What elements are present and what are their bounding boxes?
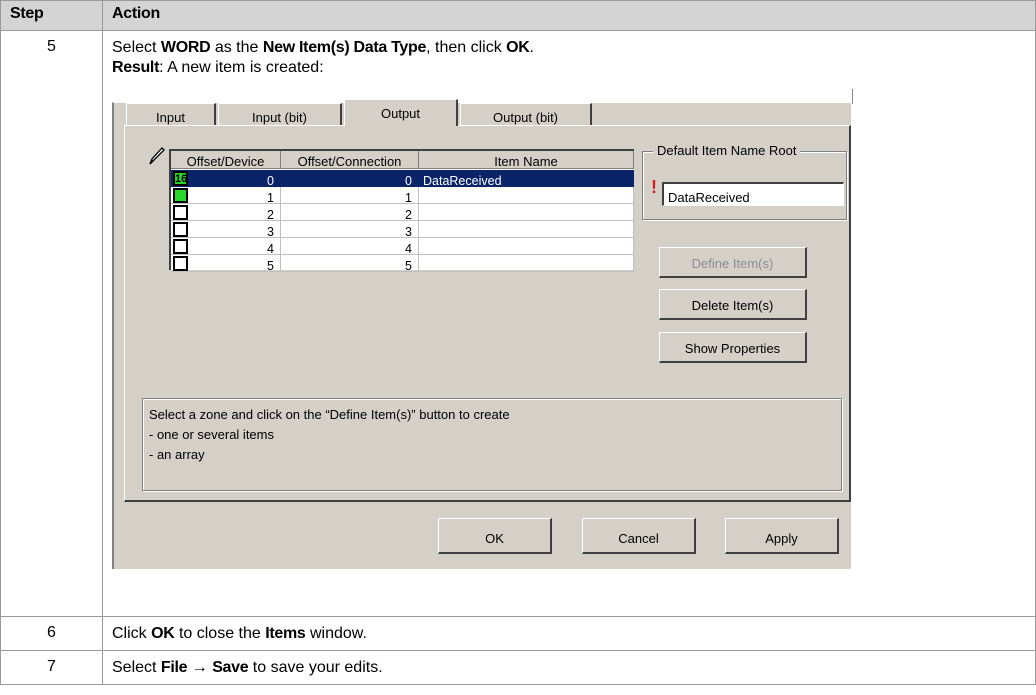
offset-device-cell[interactable]: 5 — [171, 255, 281, 273]
dialog-panel: Input Input (bit) Output Output (bit) Of… — [112, 99, 851, 569]
instruction-text: Select — [112, 659, 161, 676]
item-name-root-input[interactable]: DataReceived — [662, 182, 844, 206]
offset-connection-cell[interactable]: 4 — [281, 238, 419, 256]
instruction-line: Select WORD as the New Item(s) Data Type… — [112, 38, 1026, 58]
tab-content: Offset/Device Offset/Connection Item Nam… — [124, 125, 851, 502]
bold-term: File — [160, 659, 188, 676]
tab-input-bit[interactable]: Input (bit) — [218, 103, 342, 127]
tab-output-bit[interactable]: Output (bit) — [460, 103, 592, 127]
offset-device-value: 5 — [267, 259, 274, 273]
instruction-text: Select — [112, 39, 161, 56]
action-cell: Select File → Save to save your edits. — [102, 650, 1036, 685]
bold-term: Result — [112, 59, 160, 76]
offset-device-cell[interactable]: 16 0 — [171, 170, 281, 188]
offset-device-value: 0 — [267, 174, 274, 188]
help-line: Select a zone and click on the “Define I… — [149, 407, 510, 422]
item-defined-marker — [173, 188, 188, 203]
offset-device-value: 3 — [267, 225, 274, 239]
offset-connection-cell[interactable]: 1 — [281, 187, 419, 205]
item-defined-marker: 16 — [173, 171, 188, 186]
bold-term: Items — [265, 625, 306, 642]
offset-device-cell[interactable]: 1 — [171, 187, 281, 205]
offset-device-cell[interactable]: 4 — [171, 238, 281, 256]
help-line: - one or several items — [149, 427, 274, 442]
instruction-text: as the — [210, 39, 263, 56]
bold-term: WORD — [160, 39, 211, 56]
table-row[interactable]: 16 0 0 DataReceived — [171, 170, 634, 188]
item-name-cell[interactable] — [419, 255, 634, 272]
item-name-cell[interactable] — [419, 238, 634, 255]
offset-connection-cell[interactable]: 3 — [281, 221, 419, 239]
step-column-header: Step — [0, 0, 103, 31]
offset-device-value: 4 — [267, 242, 274, 256]
table-row[interactable]: 22 — [171, 204, 634, 222]
items-grid[interactable]: Offset/Device Offset/Connection Item Nam… — [169, 149, 634, 273]
offset-connection-cell[interactable]: 5 — [281, 255, 419, 273]
bold-term: OK — [506, 39, 530, 56]
item-name-cell[interactable] — [419, 187, 634, 204]
item-empty-marker — [173, 256, 188, 271]
warning-exclamation-icon: ! — [651, 177, 657, 197]
instruction-text: to close the — [174, 625, 266, 642]
offset-device-cell[interactable]: 3 — [171, 221, 281, 239]
action-cell: Select WORD as the New Item(s) Data Type… — [102, 30, 1036, 617]
table-header-row: Step Action — [0, 0, 1036, 31]
default-item-name-root-group: Default Item Name Root ! DataReceived — [642, 141, 847, 220]
offset-connection-cell[interactable]: 2 — [281, 204, 419, 222]
bold-term: New Item(s) Data Type — [262, 39, 427, 56]
offset-connection-cell[interactable]: 0 — [281, 170, 419, 188]
table-row[interactable]: 11 — [171, 187, 634, 205]
bold-term: Save — [212, 659, 249, 676]
group-title: Default Item Name Root — [653, 141, 801, 161]
item-empty-marker — [173, 239, 188, 254]
window-edge — [852, 89, 853, 104]
table-row-step-7: 7 Select File → Save to save your edits. — [0, 650, 1036, 685]
table-row[interactable]: 44 — [171, 238, 634, 256]
tab-output[interactable]: Output — [344, 99, 458, 126]
column-header-offset-device[interactable]: Offset/Device — [171, 151, 281, 169]
column-header-item-name[interactable]: Item Name — [419, 151, 634, 169]
instruction-text: , then click — [426, 39, 507, 56]
item-empty-marker — [173, 222, 188, 237]
word-size-badge: 16 — [175, 173, 188, 185]
help-text-box: Select a zone and click on the “Define I… — [142, 398, 842, 491]
items-dialog-screenshot: Input Input (bit) Output Output (bit) Of… — [112, 89, 853, 569]
bold-term: OK — [151, 625, 175, 642]
instruction-text: . — [529, 39, 534, 56]
ok-button[interactable]: OK — [438, 518, 552, 554]
step-number: 7 — [0, 650, 103, 685]
result-text: : A new item is created: — [159, 59, 324, 76]
step-number: 5 — [0, 30, 103, 617]
table-row[interactable]: 33 — [171, 221, 634, 239]
arrow-symbol: → — [187, 659, 213, 676]
step-number: 6 — [0, 616, 103, 651]
offset-device-cell[interactable]: 2 — [171, 204, 281, 222]
instruction-text: window. — [305, 625, 367, 642]
help-line: - an array — [149, 447, 205, 462]
item-name-cell[interactable] — [419, 204, 634, 221]
table-row[interactable]: 55 — [171, 255, 634, 273]
tab-input[interactable]: Input — [126, 103, 216, 127]
item-name-cell[interactable] — [419, 221, 634, 238]
apply-button[interactable]: Apply — [725, 518, 839, 554]
column-header-offset-connection[interactable]: Offset/Connection — [281, 151, 419, 169]
result-line: Result: A new item is created: — [112, 58, 1026, 78]
table-row-step-5: 5 Select WORD as the New Item(s) Data Ty… — [0, 30, 1036, 617]
pencil-icon — [149, 147, 165, 165]
offset-device-value: 2 — [267, 208, 274, 222]
item-empty-marker — [173, 205, 188, 220]
table-row-step-6: 6 Click OK to close the Items window. — [0, 616, 1036, 651]
instruction-text: to save your edits. — [248, 659, 383, 676]
action-column-header: Action — [102, 0, 1036, 31]
procedure-table: Step Action 5 Select WORD as the New Ite… — [0, 0, 1036, 685]
cancel-button[interactable]: Cancel — [582, 518, 696, 554]
instruction-text: Click — [112, 625, 152, 642]
action-cell: Click OK to close the Items window. — [102, 616, 1036, 651]
delete-items-button[interactable]: Delete Item(s) — [659, 289, 807, 320]
show-properties-button[interactable]: Show Properties — [659, 332, 807, 363]
offset-device-value: 1 — [267, 191, 274, 205]
define-items-button[interactable]: Define Item(s) — [659, 247, 807, 278]
item-name-cell[interactable]: DataReceived — [419, 170, 634, 188]
